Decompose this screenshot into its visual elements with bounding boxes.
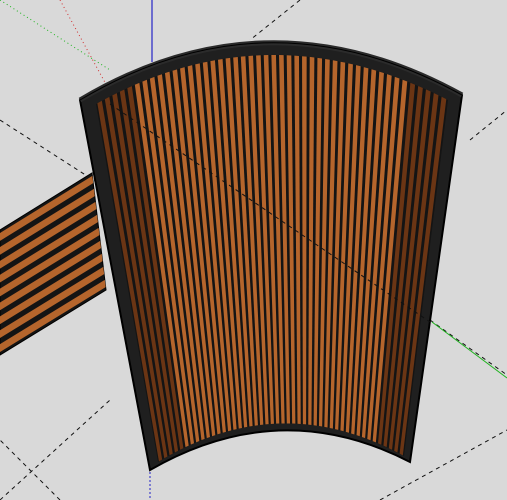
flat-slat-panel[interactable]: [0, 172, 107, 356]
guide-line: [0, 399, 111, 500]
guide-line: [0, 439, 61, 500]
green-axis: [431, 321, 507, 379]
curved-slat-panel[interactable]: [78, 40, 464, 472]
green-axis-hidden: [0, 0, 111, 71]
3d-scene[interactable]: [0, 0, 507, 500]
red-axis-hidden: [59, 0, 109, 89]
guide-line: [469, 109, 507, 141]
modeling-viewport[interactable]: [0, 0, 507, 500]
guide-line: [249, 0, 301, 41]
guide-line: [429, 319, 507, 376]
